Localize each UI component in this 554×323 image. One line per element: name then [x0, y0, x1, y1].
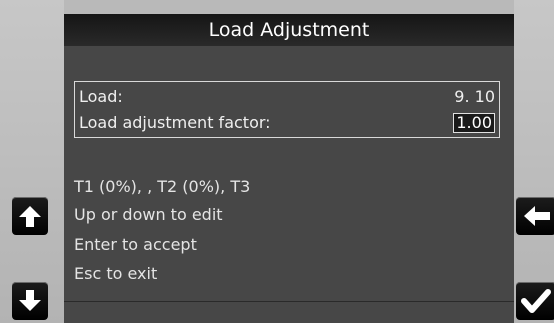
values-panel: Load: 9. 10 Load adjustment factor: 1.00: [74, 81, 500, 138]
load-value: 9. 10: [454, 87, 495, 106]
page-title: Load Adjustment: [64, 14, 514, 46]
up-button[interactable]: [12, 197, 48, 235]
accept-button[interactable]: [516, 282, 554, 320]
threshold-status-text: T1 (0%), , T2 (0%), T3: [74, 177, 251, 196]
instruction-accept: Enter to accept: [74, 235, 197, 254]
arrow-down-icon: [19, 290, 41, 311]
load-adjustment-factor-row[interactable]: Load adjustment factor: 1.00: [75, 110, 499, 136]
load-label: Load:: [79, 87, 123, 106]
footer-divider: [64, 301, 514, 302]
instruction-edit: Up or down to edit: [74, 205, 223, 224]
arrow-left-icon: [524, 206, 550, 226]
left-bezel: [0, 0, 64, 323]
instruction-exit: Esc to exit: [74, 264, 158, 283]
down-button[interactable]: [12, 282, 48, 320]
checkmark-icon: [521, 289, 551, 313]
back-button[interactable]: [516, 197, 554, 235]
right-bezel: [514, 0, 554, 323]
display-screen: Load Adjustment Load: 9. 10 Load adjustm…: [64, 14, 514, 323]
load-adjustment-factor-field[interactable]: 1.00: [453, 113, 495, 133]
load-adjustment-factor-label: Load adjustment factor:: [79, 113, 271, 132]
load-row: Load: 9. 10: [75, 84, 499, 110]
arrow-up-icon: [19, 206, 41, 227]
